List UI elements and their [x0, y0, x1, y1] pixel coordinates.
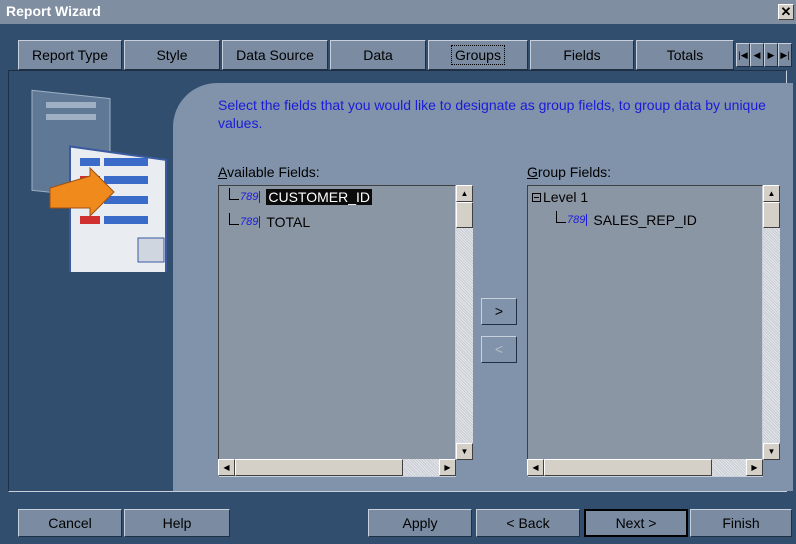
numeric-field-icon: 789	[240, 216, 261, 228]
scroll-right-icon[interactable]: ▶	[746, 459, 763, 476]
tab-fields[interactable]: Fields	[530, 40, 634, 70]
group-vertical-scrollbar[interactable]: ▲ ▼	[763, 185, 780, 460]
scroll-left-icon[interactable]: ◀	[218, 459, 235, 476]
tab-prev-icon[interactable]: ◀	[750, 43, 764, 67]
scroll-up-icon[interactable]: ▲	[456, 185, 473, 202]
tab-last-icon[interactable]: ▶|	[778, 43, 792, 67]
list-item[interactable]: 789 SALES_REP_ID	[556, 211, 697, 228]
tab-report-type[interactable]: Report Type	[18, 40, 122, 70]
collapse-icon[interactable]	[532, 192, 541, 202]
scroll-thumb[interactable]	[456, 202, 473, 228]
add-group-field-button[interactable]: >	[481, 298, 517, 325]
tab-data-source[interactable]: Data Source	[222, 40, 328, 70]
field-name: TOTAL	[266, 214, 311, 230]
group-horizontal-scrollbar[interactable]: ◀ ▶	[527, 459, 763, 476]
available-vertical-scrollbar[interactable]: ▲ ▼	[456, 185, 473, 460]
numeric-field-icon: 789	[240, 191, 261, 203]
back-button[interactable]: < Back	[476, 509, 580, 537]
instructions-text: Select the fields that you would like to…	[218, 97, 766, 131]
group-fields-label: Group Fields:	[527, 164, 612, 180]
report-wizard-window: Report Wizard ✕ Report Type Style Data S…	[0, 0, 796, 544]
finish-button[interactable]: Finish	[690, 509, 792, 537]
list-item[interactable]: 789 TOTAL	[229, 213, 311, 230]
scroll-thumb[interactable]	[763, 202, 780, 228]
available-horizontal-scrollbar[interactable]: ◀ ▶	[218, 459, 456, 476]
tab-strip: Report Type Style Data Source Data Group…	[0, 40, 796, 70]
numeric-field-icon: 789	[567, 214, 588, 226]
field-name: CUSTOMER_ID	[266, 189, 373, 205]
tab-next-icon[interactable]: ▶	[764, 43, 778, 67]
window-title: Report Wizard	[6, 3, 101, 19]
tree-node-level[interactable]: Level 1	[532, 189, 588, 205]
cancel-button[interactable]: Cancel	[18, 509, 122, 537]
scroll-up-icon[interactable]: ▲	[763, 185, 780, 202]
scroll-down-icon[interactable]: ▼	[763, 443, 780, 460]
scroll-left-icon[interactable]: ◀	[527, 459, 544, 476]
available-fields-list[interactable]: 789 CUSTOMER_ID 789 TOTAL	[218, 185, 456, 477]
scroll-right-icon[interactable]: ▶	[439, 459, 456, 476]
scroll-down-icon[interactable]: ▼	[456, 443, 473, 460]
list-item[interactable]: 789 CUSTOMER_ID	[229, 188, 373, 205]
field-name: SALES_REP_ID	[593, 212, 697, 228]
tab-data[interactable]: Data	[330, 40, 426, 70]
group-fields-tree[interactable]: Level 1 789 SALES_REP_ID	[527, 185, 763, 477]
tab-style[interactable]: Style	[124, 40, 220, 70]
tab-groups[interactable]: Groups	[428, 40, 528, 70]
title-bar: Report Wizard ✕	[0, 0, 796, 24]
scroll-thumb[interactable]	[544, 459, 712, 476]
available-fields-label: Available Fields:	[218, 164, 320, 180]
close-icon[interactable]: ✕	[778, 4, 794, 20]
wizard-illustration-icon	[31, 89, 167, 272]
tab-totals[interactable]: Totals	[636, 40, 734, 70]
level-label: Level 1	[543, 189, 589, 205]
scroll-thumb[interactable]	[235, 459, 403, 476]
help-button[interactable]: Help	[124, 509, 230, 537]
next-button[interactable]: Next >	[584, 509, 688, 537]
apply-button[interactable]: Apply	[368, 509, 472, 537]
remove-group-field-button[interactable]: <	[481, 336, 517, 363]
tab-first-icon[interactable]: |◀	[736, 43, 750, 67]
